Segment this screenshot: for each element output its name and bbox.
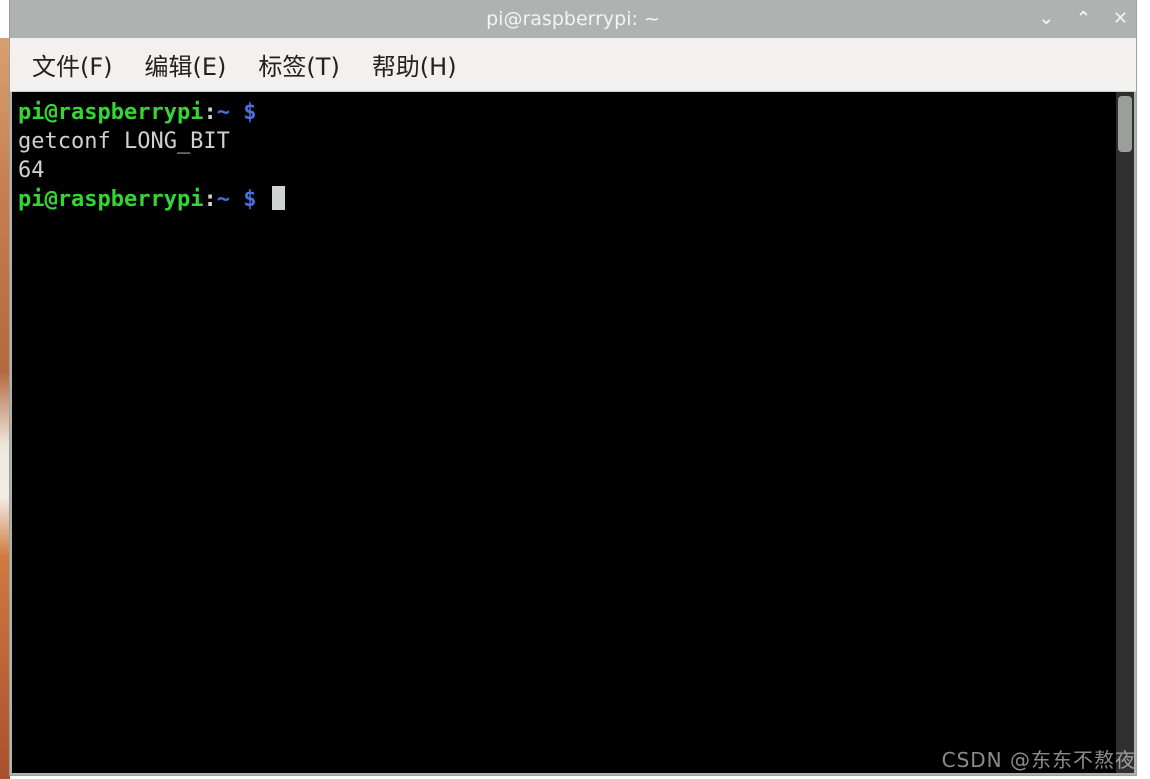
- close-icon[interactable]: ✕: [1113, 10, 1128, 28]
- scrollbar[interactable]: [1116, 92, 1134, 773]
- menu-tabs[interactable]: 标签(T): [242, 39, 355, 90]
- maximize-icon[interactable]: ⌃: [1076, 10, 1091, 28]
- menu-edit[interactable]: 编辑(E): [129, 39, 243, 90]
- scrollbar-thumb[interactable]: [1118, 96, 1132, 152]
- window-titlebar[interactable]: pi@raspberrypi: ~ ⌄ ⌃ ✕: [10, 0, 1136, 38]
- terminal-cursor: [272, 186, 285, 210]
- menubar: 文件(F) 编辑(E) 标签(T) 帮助(H): [10, 38, 1136, 92]
- terminal-line: pi@raspberrypi:~ $: [18, 185, 1108, 214]
- terminal-line: 64: [18, 156, 1108, 185]
- terminal-line: getconf LONG_BIT: [18, 127, 1108, 156]
- terminal-area: pi@raspberrypi:~ $ getconf LONG_BIT64pi@…: [10, 92, 1136, 775]
- menu-help[interactable]: 帮助(H): [356, 39, 473, 90]
- minimize-icon[interactable]: ⌄: [1039, 10, 1054, 28]
- window-title: pi@raspberrypi: ~: [486, 8, 660, 30]
- menu-file[interactable]: 文件(F): [16, 39, 129, 90]
- terminal-window: pi@raspberrypi: ~ ⌄ ⌃ ✕ 文件(F) 编辑(E) 标签(T…: [10, 0, 1136, 775]
- desktop-background-strip: [0, 38, 10, 779]
- window-controls: ⌄ ⌃ ✕: [1039, 10, 1128, 28]
- terminal-output[interactable]: pi@raspberrypi:~ $ getconf LONG_BIT64pi@…: [12, 92, 1116, 773]
- terminal-line: pi@raspberrypi:~ $: [18, 98, 1108, 127]
